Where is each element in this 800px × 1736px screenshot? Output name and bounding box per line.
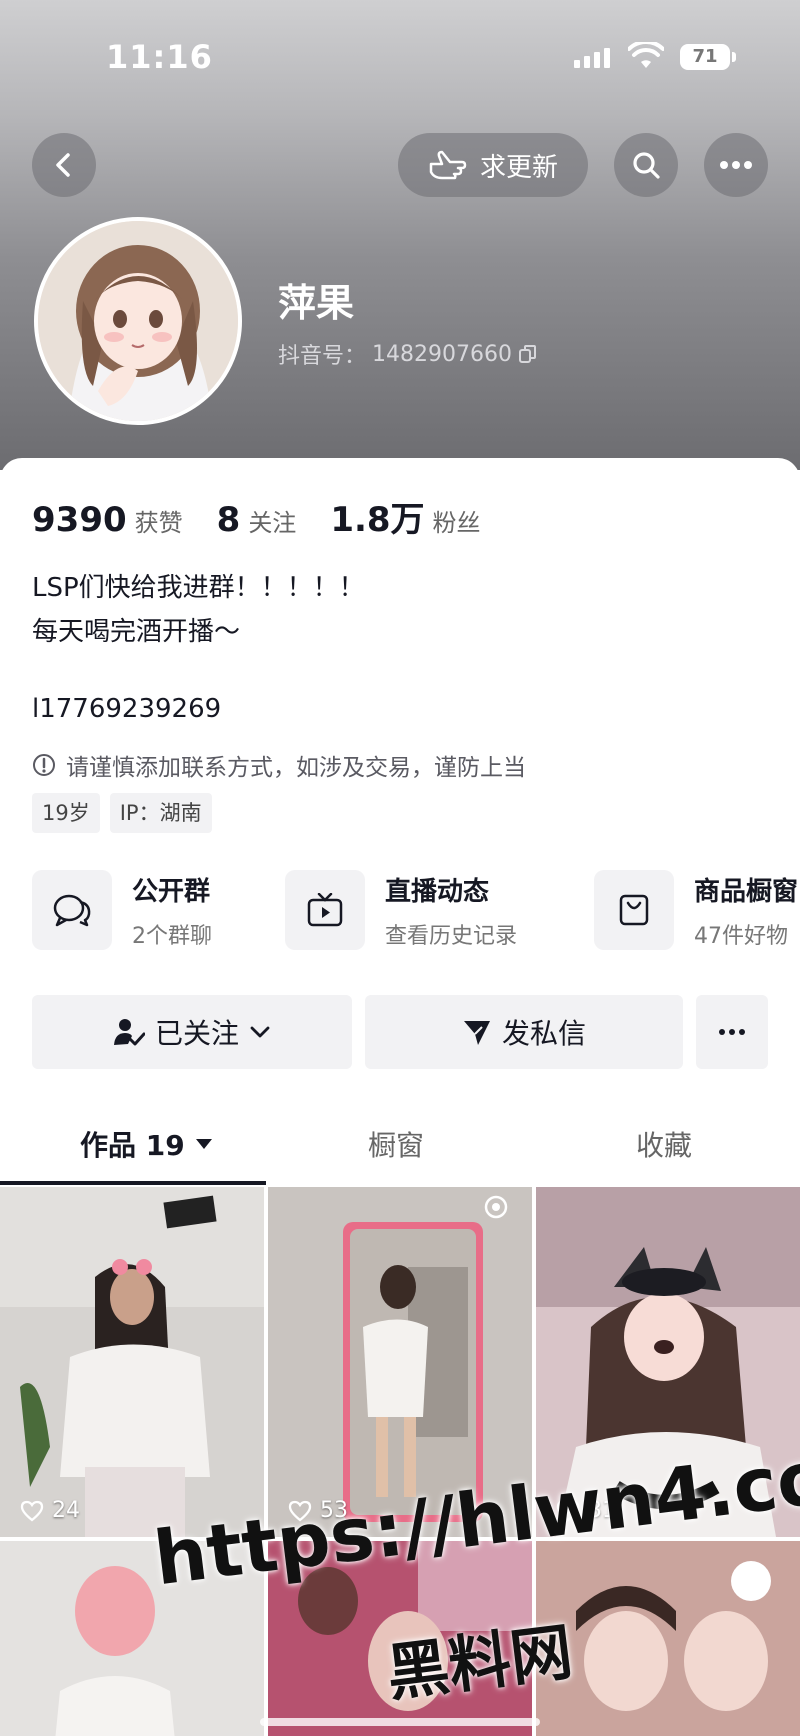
- bio-line: 每天喝完酒开播～: [32, 617, 241, 647]
- back-button[interactable]: [32, 133, 96, 197]
- followers-label[interactable]: 粉丝: [433, 503, 481, 538]
- chevron-down-icon: [250, 1026, 270, 1038]
- tags-row: 19岁 IP：湖南: [32, 793, 212, 833]
- group-chat-icon: [53, 894, 91, 927]
- copy-icon[interactable]: [518, 344, 538, 364]
- heart-icon: [20, 1500, 44, 1521]
- user-id-label: 抖音号：: [278, 344, 367, 369]
- bio-contact: l17769239269: [32, 694, 222, 724]
- chevron-left-icon: [56, 153, 70, 177]
- search-icon: [633, 152, 660, 179]
- user-id: 抖音号： 1482907660: [278, 338, 538, 370]
- like-count: 24: [20, 1498, 80, 1523]
- feature-subtitle: 查看历史记录: [385, 923, 518, 949]
- caret-down-icon: [195, 1139, 212, 1149]
- ip-tag: IP：湖南: [109, 793, 212, 833]
- feature-subtitle: 47件好物: [694, 923, 788, 949]
- stats-row: 9390 获赞 8 关注 1.8万 粉丝: [32, 492, 515, 541]
- contact-warning: 请谨慎添加联系方式，如涉及交易，谨防上当: [32, 748, 526, 782]
- more-options-button[interactable]: [704, 133, 768, 197]
- send-message-button[interactable]: 发私信: [365, 995, 683, 1069]
- tv-icon: [307, 893, 343, 927]
- followed-label: 已关注: [154, 1017, 239, 1050]
- tab-favorites[interactable]: 收藏: [636, 1124, 692, 1164]
- tab-works-label: 作品 19: [80, 1129, 185, 1162]
- feature-title: 公开群: [132, 876, 211, 907]
- request-update-label: 求更新: [479, 152, 558, 183]
- more-dots-icon: [719, 1029, 745, 1035]
- tab-showcase[interactable]: 橱窗: [368, 1124, 424, 1164]
- home-indicator: [260, 1718, 540, 1726]
- content-tabs: 作品 19 橱窗 收藏: [0, 1100, 800, 1186]
- bio: LSP们快给我进群！！！！！ 每天喝完酒开播～: [32, 566, 365, 654]
- request-update-button[interactable]: 求更新: [398, 133, 588, 197]
- send-plane-icon: [463, 1021, 490, 1045]
- video-cover: [0, 1187, 264, 1537]
- status-time: 11:16: [106, 38, 213, 76]
- shop-window-entry[interactable]: 商品橱窗 47件好物: [594, 870, 798, 950]
- likes-count: 9390: [32, 500, 127, 540]
- more-dots-icon: [720, 161, 752, 169]
- bio-line: LSP们快给我进群！！！！！: [32, 573, 365, 603]
- warning-text: 请谨慎添加联系方式，如涉及交易，谨防上当: [66, 755, 526, 781]
- feature-subtitle: 2个群聊: [132, 923, 212, 949]
- video-thumbnail[interactable]: 24: [0, 1187, 264, 1537]
- profile-header: 11:16 71 求更新 萍果 抖音号： 1482907660: [0, 0, 800, 470]
- cellular-signal-icon: [574, 48, 610, 68]
- user-check-icon: [113, 1019, 145, 1046]
- active-tab-indicator: [0, 1181, 266, 1185]
- followed-button[interactable]: 已关注: [32, 995, 352, 1069]
- followers-count[interactable]: 1.8万: [330, 492, 424, 541]
- video-thumbnail[interactable]: [536, 1541, 800, 1736]
- search-button[interactable]: [614, 133, 678, 197]
- status-bar: 11:16 71: [0, 38, 800, 78]
- following-count[interactable]: 8: [217, 500, 241, 540]
- send-message-label: 发私信: [501, 1017, 586, 1050]
- warning-icon: [33, 754, 55, 776]
- battery-icon: 71: [680, 44, 736, 70]
- avatar[interactable]: [34, 217, 242, 425]
- video-cover: [536, 1541, 800, 1736]
- age-tag: 19岁: [32, 793, 100, 833]
- nickname: 萍果: [278, 281, 355, 325]
- avatar-illustration: [38, 221, 238, 421]
- feature-title: 商品橱窗: [694, 876, 799, 907]
- likes-label: 获赞: [134, 509, 183, 537]
- pointing-hand-icon: [429, 150, 467, 180]
- user-id-value: 1482907660: [372, 341, 512, 367]
- feature-title: 直播动态: [385, 876, 490, 907]
- shopping-bag-icon: [619, 894, 649, 926]
- following-label[interactable]: 关注: [248, 503, 296, 538]
- more-actions-button[interactable]: [696, 995, 768, 1069]
- public-group-entry[interactable]: 公开群 2个群聊: [32, 870, 212, 950]
- like-count-value: 24: [52, 1498, 80, 1523]
- wifi-icon: [628, 42, 664, 68]
- live-history-entry[interactable]: 直播动态 查看历史记录: [285, 870, 517, 950]
- tab-works[interactable]: 作品 19: [80, 1124, 213, 1164]
